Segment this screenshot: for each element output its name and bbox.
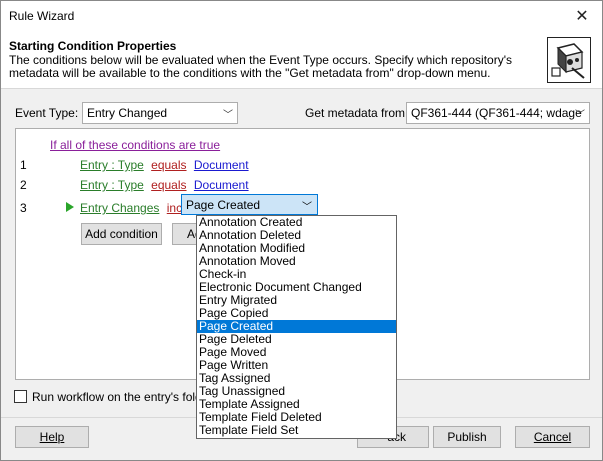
dropdown-option[interactable]: Template Field Set [197, 424, 396, 437]
condition-value[interactable]: Document [194, 158, 249, 172]
publish-button[interactable]: Publish [433, 426, 501, 448]
row-number: 3 [20, 201, 27, 215]
chevron-down-icon: ﹀ [575, 110, 585, 121]
rule-wizard-window: Rule Wizard ✕ Starting Condition Propert… [0, 0, 603, 461]
header-title: Starting Condition Properties [9, 39, 177, 53]
event-type-label: Event Type: [15, 106, 79, 120]
play-arrow-icon [66, 202, 74, 212]
row-number: 1 [20, 158, 27, 172]
condition-row-1: Entry : Type equals Document [80, 158, 249, 172]
window-title: Rule Wizard [9, 9, 75, 23]
event-type-select[interactable]: Entry Changed ﹀ [82, 102, 238, 124]
metadata-value: QF361-444 (QF361-444; wdage [411, 106, 582, 120]
title-bar: Rule Wizard ✕ [1, 1, 602, 31]
header-description: The conditions below will be evaluated w… [9, 53, 513, 80]
condition-operator[interactable]: equals [151, 158, 186, 172]
cancel-button[interactable]: Cancel [515, 426, 590, 448]
condition-field[interactable]: Entry Changes [80, 201, 159, 215]
condition-operator[interactable]: equals [151, 178, 186, 192]
metadata-label: Get metadata from: [305, 106, 409, 120]
cancel-button-label: Cancel [533, 430, 572, 444]
row-number: 2 [20, 178, 27, 192]
publish-button-label: Publish [447, 430, 487, 444]
run-workflow-label: Run workflow on the entry's folde [32, 390, 209, 404]
entry-changes-dropdown-list: Annotation Created Annotation Deleted An… [196, 215, 397, 439]
close-icon[interactable]: ✕ [562, 1, 602, 31]
add-condition-button[interactable]: Add condition [81, 223, 162, 245]
entry-changes-value: Page Created [186, 198, 261, 212]
condition-value[interactable]: Document [194, 178, 249, 192]
entry-changes-select[interactable]: Page Created ﹀ [181, 194, 318, 215]
help-button[interactable]: Help [15, 426, 89, 448]
chevron-down-icon: ﹀ [223, 110, 233, 121]
rule-wizard-logo-icon [547, 37, 591, 83]
event-type-value: Entry Changed [87, 106, 168, 120]
conditions-header-link[interactable]: If all of these conditions are true [50, 138, 220, 152]
metadata-select[interactable]: QF361-444 (QF361-444; wdage ﹀ [406, 102, 590, 124]
condition-field[interactable]: Entry : Type [80, 178, 144, 192]
run-workflow-checkbox[interactable] [14, 390, 27, 403]
condition-field[interactable]: Entry : Type [80, 158, 144, 172]
chevron-down-icon: ﹀ [302, 202, 312, 213]
wizard-header: Starting Condition Properties The condit… [1, 31, 602, 89]
condition-row-2: Entry : Type equals Document [80, 178, 249, 192]
help-button-label: Help [39, 430, 65, 444]
